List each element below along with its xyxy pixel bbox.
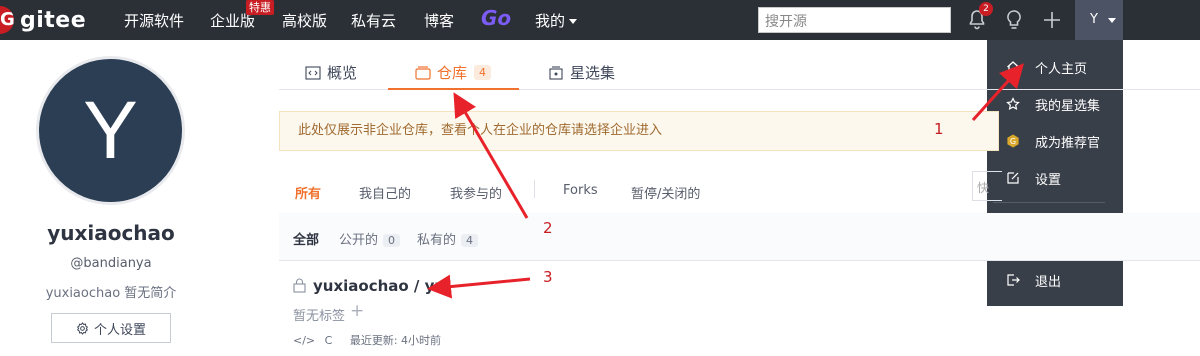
subfilter-count: 0: [383, 234, 401, 247]
repo-filter-bar: 所有 我自己的 我参与的 Forks 暂停/关闭的 快: [279, 164, 1200, 214]
user-avatar: Y: [1083, 9, 1105, 31]
menu-item-label: 我的星选集: [1035, 98, 1101, 114]
code-window-icon: [305, 65, 321, 80]
gitee-logo[interactable]: G gitee: [0, 6, 86, 34]
profile-settings-label: 个人设置: [93, 322, 146, 338]
menu-item-homepage[interactable]: 个人主页: [987, 53, 1123, 81]
profile-bio: yuxiaochao 暂无简介: [45, 286, 177, 301]
gear-icon: [76, 321, 89, 335]
repo-search-input[interactable]: 快: [972, 171, 1002, 201]
tab-label: 概览: [327, 64, 358, 82]
menu-item-my-stars[interactable]: 我的星选集: [987, 90, 1123, 118]
profile-avatar[interactable]: Y: [36, 56, 185, 205]
tab-label: 仓库: [437, 64, 468, 82]
repo-language: C: [324, 334, 333, 347]
filter-participated[interactable]: 我参与的: [450, 183, 502, 202]
logo-mark: G: [0, 6, 14, 34]
star-icon: [1006, 97, 1020, 111]
lightbulb-icon[interactable]: [1002, 8, 1026, 32]
notification-count-badge: 2: [979, 2, 993, 16]
menu-item-label: 个人主页: [1035, 61, 1088, 77]
repo-title-link[interactable]: yuxiaochao / yu: [313, 277, 445, 295]
repo-updated: 最近更新: 4小时前: [349, 334, 442, 347]
special-offer-badge: 特惠: [246, 0, 274, 15]
nav-mine[interactable]: 我的: [535, 10, 578, 31]
tab-collections[interactable]: 星选集: [548, 62, 615, 83]
repo-meta: </> C 最近更新: 4小时前: [293, 332, 441, 348]
subfilter-label: 私有的: [417, 233, 457, 248]
profile-settings-button[interactable]: 个人设置: [51, 313, 171, 343]
nav-open-source[interactable]: 开源软件: [124, 10, 184, 31]
menu-item-label: 成为推荐官: [1035, 135, 1101, 151]
profile-avatar-initial: Y: [83, 84, 138, 176]
nav-blog[interactable]: 博客: [424, 10, 454, 31]
subfilter-count: 4: [461, 234, 479, 247]
repo-count-badge: 4: [474, 65, 492, 80]
tab-repositories[interactable]: 仓库 4: [415, 62, 492, 83]
annotation-2: 2: [543, 219, 553, 237]
filter-paused-closed[interactable]: 暂停/关闭的: [631, 183, 700, 202]
filter-all[interactable]: 所有: [295, 183, 321, 202]
code-icon: </>: [293, 334, 316, 347]
nav-mine-label: 我的: [535, 12, 566, 30]
profile-handle: @bandianya: [70, 256, 152, 271]
annotation-1: 1: [934, 120, 944, 138]
menu-item-label: 退出: [1035, 274, 1062, 290]
nav-university[interactable]: 高校版: [282, 10, 327, 31]
logout-icon: [1007, 274, 1020, 286]
chevron-down-icon: [569, 19, 578, 24]
nav-go[interactable]: Go: [481, 6, 511, 30]
enterprise-notice: 此处仅展示非企业仓库，查看个人在企业的仓库请选择企业进入: [279, 111, 999, 151]
subfilter-public[interactable]: 公开的 0: [339, 229, 401, 248]
search-input[interactable]: 搜开源: [758, 7, 951, 33]
subfilter-private[interactable]: 私有的 4: [417, 229, 479, 248]
menu-item-logout[interactable]: 退出: [987, 266, 1123, 294]
tab-label: 星选集: [570, 64, 616, 82]
subfilter-all[interactable]: 全部: [293, 229, 319, 248]
repo-tag-label: 暂无标签: [293, 309, 346, 324]
repository-icon: [415, 65, 431, 80]
home-icon: [1007, 61, 1019, 73]
add-tag-icon[interactable]: +: [350, 301, 364, 321]
gold-badge-icon: G: [1007, 134, 1019, 148]
filter-divider: [534, 180, 535, 198]
top-navbar: G gitee 开源软件 企业版 特惠 高校版 私有云 博客 Go 我的 搜开源…: [0, 0, 1200, 40]
chevron-down-icon: [1108, 18, 1116, 23]
subfilter-label: 公开的: [339, 233, 379, 248]
collection-icon: [549, 65, 563, 80]
active-tab-indicator: [388, 88, 519, 90]
nav-private-cloud[interactable]: 私有云: [351, 10, 396, 31]
user-menu-button[interactable]: Y: [1075, 0, 1123, 40]
plus-icon[interactable]: [1040, 8, 1064, 32]
profile-name: yuxiaochao: [47, 221, 175, 245]
filter-forks[interactable]: Forks: [563, 183, 598, 198]
svg-text:G: G: [1010, 137, 1016, 146]
filter-mine[interactable]: 我自己的: [359, 183, 411, 202]
logo-text: gitee: [20, 7, 87, 33]
menu-item-become-recommender[interactable]: G 成为推荐官: [987, 127, 1123, 155]
lock-icon: [293, 278, 306, 293]
visibility-filter-bar: 全部 公开的 0 私有的 4: [279, 213, 1200, 261]
annotation-3: 3: [543, 268, 553, 286]
tab-overview[interactable]: 概览: [305, 62, 357, 83]
arrow-to-repo: [427, 274, 531, 299]
